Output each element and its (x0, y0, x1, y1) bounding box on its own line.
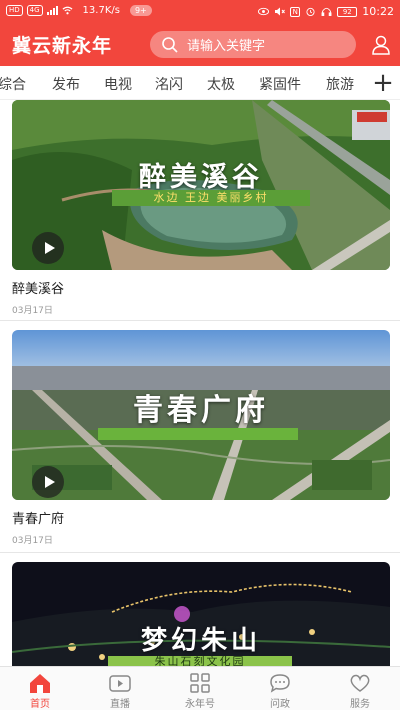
nav-home[interactable]: 首页 (0, 667, 80, 710)
hd-badge: HD (6, 5, 23, 16)
play-button[interactable] (32, 466, 64, 498)
nav-yongnianhao-label: 永年号 (185, 699, 215, 710)
nav-service[interactable]: 服务 (320, 667, 400, 710)
status-bar: HD 4G 13.7K/s 9+ N 92 10:22 (0, 0, 400, 22)
card-title[interactable]: 醉美溪谷 (12, 278, 390, 297)
divider (0, 320, 400, 321)
overlay-subtitle: 朱山石刻文化园 (108, 656, 292, 666)
nav-yongnianhao[interactable]: 永年号 (160, 667, 240, 710)
video-thumbnail[interactable]: 醉美溪谷 水边 王边 美丽乡村 (12, 100, 390, 270)
clock: 10:22 (362, 5, 394, 18)
list-item[interactable]: 梦幻朱山 朱山石刻文化园 (12, 562, 390, 666)
play-icon (44, 476, 55, 488)
battery-icon: 92 (337, 6, 358, 17)
play-icon (44, 242, 55, 254)
category-tabs: 综合 发布 电视 洺闪 太极 紧固件 旅游 + (0, 66, 400, 100)
tab-taiji[interactable]: 太极 (207, 74, 235, 94)
chat-icon (270, 674, 290, 693)
play-button[interactable] (32, 232, 64, 264)
card-title[interactable]: 青春广府 (12, 508, 390, 527)
overlay-subtitle: 水边 王边 美丽乡村 (112, 190, 310, 206)
nav-service-label: 服务 (350, 699, 370, 710)
overlay-title: 梦幻朱山 (140, 626, 261, 656)
search-input[interactable]: 请输入关键字 (150, 31, 356, 58)
tab-dianshi[interactable]: 电视 (104, 74, 132, 94)
video-icon (109, 675, 131, 692)
video-thumbnail[interactable]: 青春广府 (12, 330, 390, 500)
tab-fabu[interactable]: 发布 (52, 74, 80, 94)
search-placeholder: 请输入关键字 (187, 39, 266, 54)
list-item[interactable]: 青春广府 青春广府 03月17日 (12, 330, 390, 546)
nav-home-label: 首页 (30, 699, 50, 710)
network-speed: 13.7K/s (82, 5, 120, 16)
nav-live-label: 直播 (110, 699, 130, 710)
eye-icon (258, 7, 270, 16)
card-date: 03月17日 (12, 536, 53, 546)
overlay-accent-bar (98, 428, 298, 440)
tab-zonghe[interactable]: 综合 (0, 74, 26, 94)
news-feed: 醉美溪谷 水边 王边 美丽乡村 醉美溪谷 03月17日 青春广府 青春广府 03… (0, 100, 400, 666)
grid-icon (190, 673, 210, 693)
signal-icon (46, 6, 58, 15)
bottom-navigation: 首页 直播 永年号 问政 服务 (0, 666, 400, 710)
nav-wenzheng-label: 问政 (270, 699, 290, 710)
divider (0, 552, 400, 553)
heart-icon (350, 674, 370, 692)
4g-badge: 4G (26, 5, 43, 16)
wifi-icon (62, 6, 73, 15)
app-title: 冀云新永年 (12, 35, 113, 57)
home-icon (30, 674, 50, 693)
nfc-icon: N (290, 6, 301, 17)
nav-live[interactable]: 直播 (80, 667, 160, 710)
list-item[interactable]: 醉美溪谷 水边 王边 美丽乡村 醉美溪谷 03月17日 (12, 100, 390, 316)
video-thumbnail[interactable]: 梦幻朱山 朱山石刻文化园 (12, 562, 390, 666)
user-icon[interactable] (370, 34, 392, 56)
mute-icon (275, 7, 286, 16)
add-tab-button[interactable]: + (366, 66, 400, 99)
overlay-title: 青春广府 (133, 393, 269, 428)
notification-count: 9+ (129, 5, 152, 16)
search-icon (162, 36, 178, 53)
app-header: HD 4G 13.7K/s 9+ N 92 10:22 冀云新永年 请输入关键字 (0, 0, 400, 66)
overlay-title: 醉美溪谷 (139, 162, 263, 193)
alarm-icon (306, 7, 315, 16)
card-date: 03月17日 (12, 306, 53, 316)
headphone-icon (321, 7, 332, 16)
tab-jingujian[interactable]: 紧固件 (259, 74, 301, 94)
nav-wenzheng[interactable]: 问政 (240, 667, 320, 710)
tab-mingshan[interactable]: 洺闪 (155, 74, 183, 94)
tab-lvyou[interactable]: 旅游 (326, 74, 354, 94)
